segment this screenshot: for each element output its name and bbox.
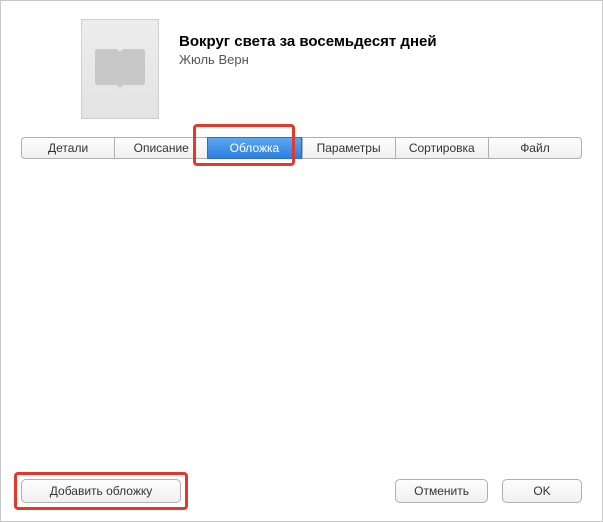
add-cover-wrap: Добавить обложку xyxy=(21,479,181,503)
tab-options[interactable]: Параметры xyxy=(302,137,395,159)
content-area xyxy=(1,159,602,465)
title-block: Вокруг света за восемьдесят дней Жюль Ве… xyxy=(179,19,437,67)
tab-description[interactable]: Описание xyxy=(114,137,207,159)
tab-file[interactable]: Файл xyxy=(488,137,582,159)
footer-button-group: Отменить OK xyxy=(395,479,582,503)
dialog-header: Вокруг света за восемьдесят дней Жюль Ве… xyxy=(1,1,602,131)
tab-details[interactable]: Детали xyxy=(21,137,114,159)
cancel-button[interactable]: Отменить xyxy=(395,479,488,503)
ok-button[interactable]: OK xyxy=(502,479,582,503)
book-icon xyxy=(91,45,149,93)
add-cover-button[interactable]: Добавить обложку xyxy=(21,479,181,503)
book-author: Жюль Верн xyxy=(179,52,437,67)
tabs-wrapper: Детали Описание Обложка Параметры Сортир… xyxy=(1,131,602,159)
book-cover-placeholder xyxy=(81,19,159,119)
tab-cover[interactable]: Обложка xyxy=(207,137,301,159)
book-properties-dialog: Вокруг света за восемьдесят дней Жюль Ве… xyxy=(0,0,603,522)
tab-sorting[interactable]: Сортировка xyxy=(395,137,488,159)
book-title: Вокруг света за восемьдесят дней xyxy=(179,33,437,50)
tabs-row: Детали Описание Обложка Параметры Сортир… xyxy=(1,137,602,159)
dialog-footer: Добавить обложку Отменить OK xyxy=(1,465,602,521)
